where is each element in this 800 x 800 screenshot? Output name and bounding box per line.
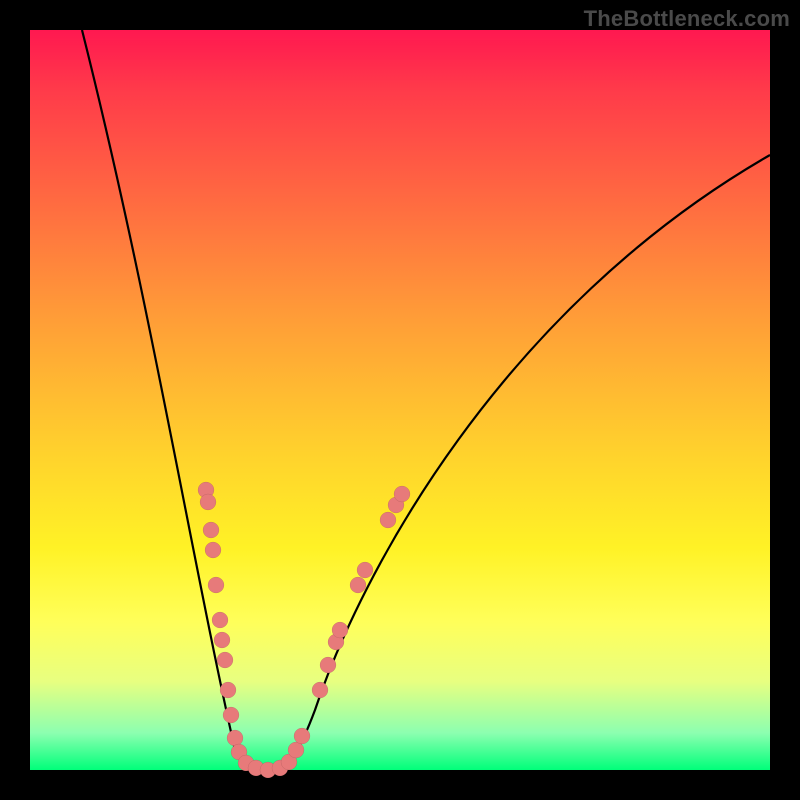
- scatter-dot: [288, 742, 304, 758]
- scatter-dot: [227, 730, 243, 746]
- scatter-dot: [214, 632, 230, 648]
- scatter-dot: [205, 542, 221, 558]
- scatter-dot: [200, 494, 216, 510]
- scatter-dot: [220, 682, 236, 698]
- scatter-dot: [394, 486, 410, 502]
- scatter-dot: [217, 652, 233, 668]
- scatter-dot: [208, 577, 224, 593]
- scatter-dot: [380, 512, 396, 528]
- bottleneck-curve-right: [275, 155, 770, 770]
- scatter-dot: [357, 562, 373, 578]
- bottleneck-curve-left: [82, 30, 275, 770]
- watermark-text: TheBottleneck.com: [584, 6, 790, 32]
- scatter-dot: [332, 622, 348, 638]
- chart-svg: [30, 30, 770, 770]
- scatter-dot: [223, 707, 239, 723]
- scatter-dot: [294, 728, 310, 744]
- scatter-dot: [203, 522, 219, 538]
- scatter-dot: [350, 577, 366, 593]
- scatter-dots: [198, 482, 410, 778]
- scatter-dot: [312, 682, 328, 698]
- scatter-dot: [320, 657, 336, 673]
- plot-area: [30, 30, 770, 770]
- chart-frame: TheBottleneck.com: [0, 0, 800, 800]
- scatter-dot: [212, 612, 228, 628]
